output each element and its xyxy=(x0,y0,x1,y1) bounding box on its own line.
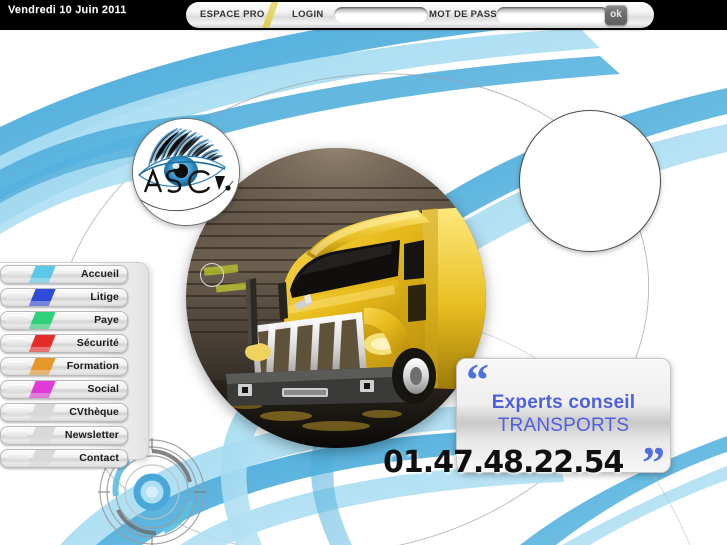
quote-close-icon: ” xyxy=(642,437,665,488)
sidebar-item-label: Social xyxy=(87,383,119,395)
slash-top xyxy=(30,358,57,370)
menu-tab-icon xyxy=(6,292,28,301)
ok-submit-button[interactable]: ok xyxy=(605,5,627,25)
slash-top xyxy=(30,381,57,393)
sidebar-item-label: Accueil xyxy=(80,268,119,280)
sidebar-item-label: Newsletter xyxy=(64,429,119,441)
main-navigation: Accueil Litige Paye Sécurité Formation S… xyxy=(0,265,132,472)
menu-slash-icon xyxy=(27,450,57,467)
tagline-line-2: TRANSPORTS xyxy=(497,415,630,436)
current-date: Vendredi 10 Juin 2011 xyxy=(8,4,127,16)
sidebar-item-label: Sécurité xyxy=(76,337,119,349)
menu-slash-icon xyxy=(27,358,57,375)
slash-top xyxy=(30,450,57,462)
sidebar-item-social[interactable]: Social xyxy=(0,380,128,399)
menu-slash-icon xyxy=(27,266,57,283)
slash-bottom xyxy=(27,323,51,329)
decorative-empty-circle xyxy=(519,110,661,252)
login-label: LOGIN xyxy=(292,9,324,20)
slash-bottom xyxy=(27,277,51,283)
sidebar-item-formation[interactable]: Formation xyxy=(0,357,128,376)
slash-top xyxy=(30,427,57,439)
sidebar-item-cvtheque[interactable]: CVthèque xyxy=(0,403,128,422)
contact-phone-number: 01.47.48.22.54 xyxy=(383,445,624,480)
sidebar-item-label: Formation xyxy=(66,360,119,372)
slash-top xyxy=(30,289,57,301)
sidebar-item-label: Litige xyxy=(90,291,119,303)
sidebar-item-label: CVthèque xyxy=(69,406,119,418)
slash-bottom xyxy=(27,461,51,467)
menu-tab-icon xyxy=(6,453,28,462)
logo-wordmark-asc xyxy=(143,168,231,194)
password-label: MOT DE PASSE xyxy=(429,9,504,20)
tagline-line-1: Experts conseil xyxy=(491,392,636,413)
slash-bottom xyxy=(27,346,51,352)
sidebar-item-securite[interactable]: Sécurité xyxy=(0,334,128,353)
slash-bottom xyxy=(27,438,51,444)
top-bar: Vendredi 10 Juin 2011 ESPACE PRO LOGIN M… xyxy=(0,0,727,30)
slash-bottom xyxy=(27,392,51,398)
slash-bottom xyxy=(27,415,51,421)
page-root: Accueil Litige Paye Sécurité Formation S… xyxy=(0,0,727,545)
menu-slash-icon xyxy=(27,427,57,444)
sidebar-item-litige[interactable]: Litige xyxy=(0,288,128,307)
menu-slash-icon xyxy=(27,335,57,352)
menu-tab-icon xyxy=(6,430,28,439)
menu-tab-icon xyxy=(6,407,28,416)
menu-tab-icon xyxy=(6,384,28,393)
slash-top xyxy=(30,335,57,347)
menu-slash-icon xyxy=(27,312,57,329)
password-input[interactable] xyxy=(496,7,609,23)
menu-slash-icon xyxy=(27,381,57,398)
espace-pro-label: ESPACE PRO xyxy=(200,9,265,20)
sidebar-item-accueil[interactable]: Accueil xyxy=(0,265,128,284)
sidebar-item-paye[interactable]: Paye xyxy=(0,311,128,330)
menu-slash-icon xyxy=(27,404,57,421)
menu-slash-icon xyxy=(27,289,57,306)
site-logo[interactable] xyxy=(132,118,240,226)
slash-top xyxy=(30,266,57,278)
menu-tab-icon xyxy=(6,338,28,347)
login-input[interactable] xyxy=(334,7,428,23)
menu-tab-icon xyxy=(6,315,28,324)
espace-pro-login-bar: ESPACE PRO LOGIN MOT DE PASSE ok xyxy=(186,2,654,28)
sidebar-item-label: Contact xyxy=(79,452,119,464)
menu-tab-icon xyxy=(6,361,28,370)
slash-bottom xyxy=(27,300,51,306)
sidebar-item-newsletter[interactable]: Newsletter xyxy=(0,426,128,445)
menu-tab-icon xyxy=(6,269,28,278)
slash-top xyxy=(30,312,57,324)
decorative-dot-circle xyxy=(200,263,224,287)
slash-top xyxy=(30,404,57,416)
slash-bottom xyxy=(27,369,51,375)
sidebar-item-contact[interactable]: Contact xyxy=(0,449,128,468)
sidebar-item-label: Paye xyxy=(94,314,119,326)
